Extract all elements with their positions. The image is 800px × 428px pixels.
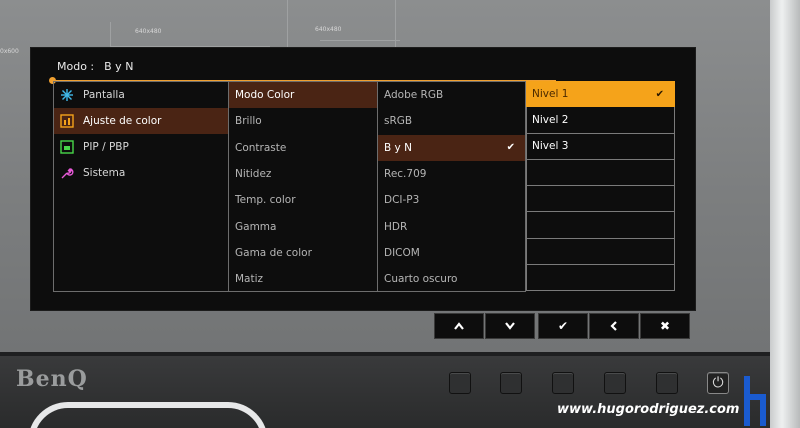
color-mode-label: Adobe RGB [384,89,444,102]
color-mode-label: HDR [384,220,408,233]
color-adjust-icon [60,114,74,128]
level-item-empty [526,212,675,239]
check-icon: ✔ [655,88,664,100]
submenu-item[interactable]: Gamma [229,213,377,239]
submenu-item[interactable]: Nitidez [229,161,377,187]
grid-line [320,40,400,41]
color-mode-item[interactable]: Rec.709 [378,161,525,187]
key-up[interactable] [434,313,484,339]
level-label: Nivel 2 [532,113,569,126]
level-item-empty [526,159,675,187]
key-close[interactable]: ✖ [640,313,690,339]
chevron-down-icon [505,322,515,330]
close-icon: ✖ [659,319,671,333]
submenu-item[interactable]: Contraste [229,135,377,161]
submenu-item[interactable]: Matiz [229,266,377,292]
color-mode-label: DCI-P3 [384,194,420,207]
chevron-up-icon [454,322,464,330]
level-item[interactable]: Nivel 2 [526,107,675,134]
menu-item-pantalla[interactable]: Pantalla [54,82,228,108]
menu-item-ajuste-de-color[interactable]: Ajuste de color [54,108,228,134]
mode-label: Modo : [57,60,95,73]
pip-icon [60,140,74,154]
check-icon: ✔ [557,319,569,333]
submenu-item[interactable]: Gama de color [229,240,377,266]
hw-button-5[interactable] [656,372,678,394]
level-label: Nivel 1 [532,88,569,101]
menu-item-label: Sistema [83,167,126,179]
watermark-logo-icon [742,376,768,426]
osd-menu: Modo : B y N Pantalla Ajuste de color PI… [30,47,696,311]
snowflake-icon [60,88,74,102]
check-icon: ✔ [506,142,515,154]
osd-header: Modo : B y N [57,60,133,73]
grid-line [110,22,111,46]
level-item[interactable]: Nivel 3 [526,133,675,160]
menu-item-pip-pbp[interactable]: PIP / PBP [54,134,228,160]
osd-key-guide: ✔ ✖ [434,313,691,339]
brand-logo: BenQ [16,366,88,392]
key-ok[interactable]: ✔ [538,313,588,339]
color-mode-item[interactable]: HDR [378,213,525,239]
power-button[interactable]: ⏻ [707,372,729,394]
watermark-text: www.hugorodriguez.com [557,402,740,417]
color-mode-label: DICOM [384,246,420,259]
color-mode-item[interactable]: sRGB [378,108,525,134]
submenu-item[interactable]: Temp. color [229,187,377,213]
color-mode-label: sRGB [384,115,413,128]
monitor-frame [770,0,800,428]
main-menu: Pantalla Ajuste de color PIP / PBP Siste… [53,81,229,292]
submenu-item[interactable]: Modo Color [229,82,377,109]
menu-item-label: Ajuste de color [83,115,162,127]
color-mode-label: Rec.709 [384,168,427,181]
monitor-stand [28,402,268,428]
level-list: Nivel 1 ✔ Nivel 2 Nivel 3 [526,81,675,292]
menu-item-label: PIP / PBP [83,141,129,153]
color-mode-item[interactable]: Adobe RGB [378,82,525,108]
hw-button-1[interactable] [449,372,471,394]
color-mode-item-selected[interactable]: B y N ✔ [378,134,525,161]
key-down[interactable] [485,313,535,339]
hw-button-3[interactable] [552,372,574,394]
bezel-edge [0,352,770,356]
color-mode-item[interactable]: DCI-P3 [378,187,525,213]
chevron-left-icon [610,321,617,331]
submenu-item[interactable]: Brillo [229,108,377,134]
resolution-label: 640x480 [135,28,162,35]
mode-value: B y N [104,60,134,73]
color-mode-label: B y N [384,141,412,154]
color-mode-label: Cuarto oscuro [384,273,458,286]
color-mode-item[interactable]: DICOM [378,240,525,266]
menu-item-label: Pantalla [83,89,125,101]
color-submenu: Modo Color Brillo Contraste Nitidez Temp… [228,81,378,292]
level-label: Nivel 3 [532,140,569,153]
level-item-empty [526,186,675,213]
resolution-label: 0x600 [0,48,19,55]
power-icon: ⏻ [712,375,724,391]
level-item-empty [526,265,675,292]
level-item-empty [526,238,675,266]
hw-button-4[interactable] [604,372,626,394]
wrench-icon [60,166,74,180]
hw-button-2[interactable] [500,372,522,394]
level-item-selected[interactable]: Nivel 1 ✔ [526,81,675,108]
key-back[interactable] [589,313,639,339]
resolution-label: 640x480 [315,26,342,33]
color-mode-item[interactable]: Cuarto oscuro [378,266,525,292]
color-mode-list: Adobe RGB sRGB B y N ✔ Rec.709 DCI-P3 HD… [377,81,526,292]
menu-item-sistema[interactable]: Sistema [54,160,228,186]
